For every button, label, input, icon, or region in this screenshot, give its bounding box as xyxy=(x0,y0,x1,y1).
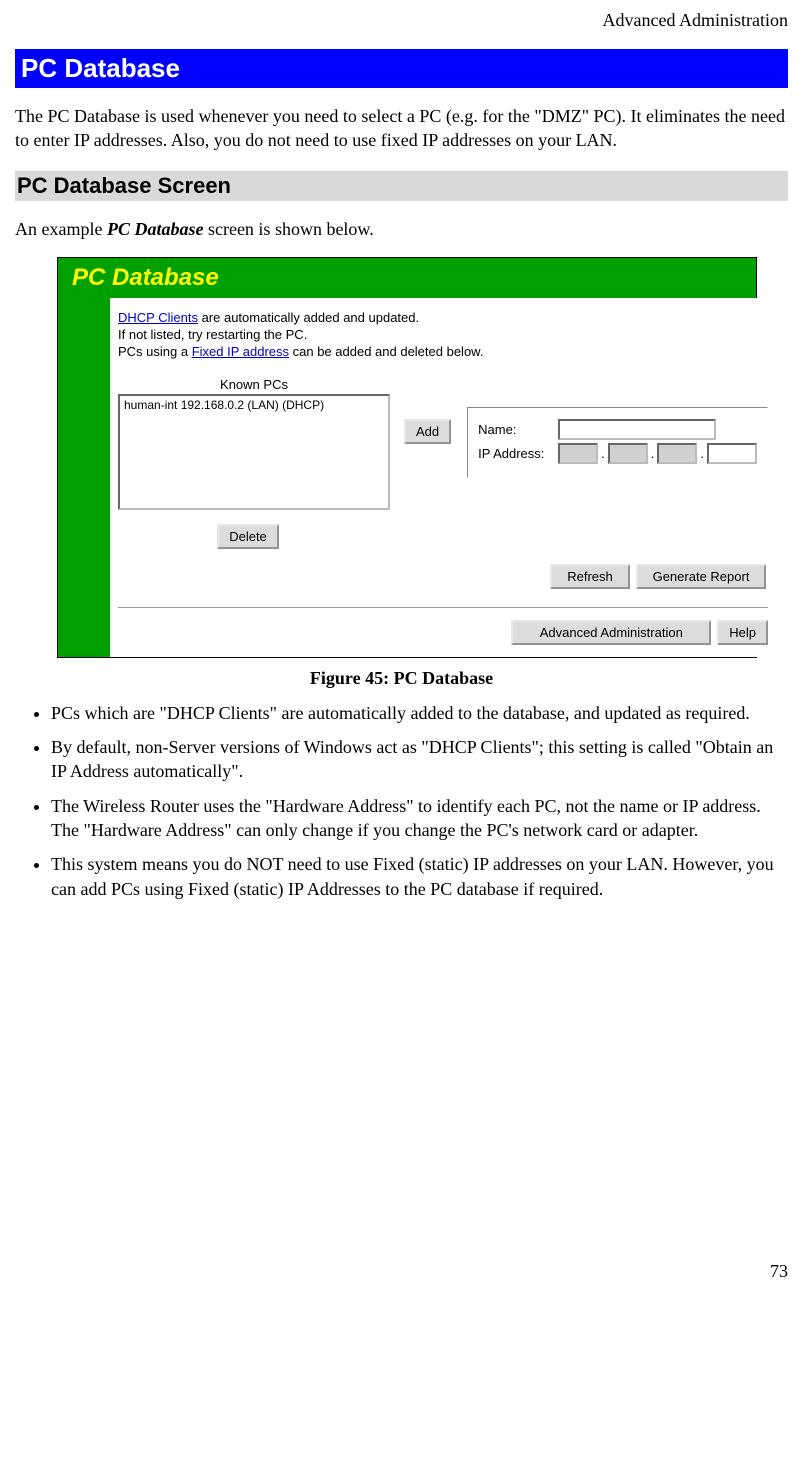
generate-report-button[interactable]: Generate Report xyxy=(636,564,766,589)
ui-banner: PC Database xyxy=(58,258,756,298)
dhcp-clients-link[interactable]: DHCP Clients xyxy=(118,310,198,325)
intro-paragraph: The PC Database is used whenever you nee… xyxy=(15,104,788,153)
delete-button[interactable]: Delete xyxy=(217,524,279,549)
example-em: PC Database xyxy=(107,219,204,239)
list-item: The Wireless Router uses the "Hardware A… xyxy=(51,794,788,843)
ip-octet-4[interactable] xyxy=(707,443,757,464)
example-sentence: An example PC Database screen is shown b… xyxy=(15,217,788,241)
ui-sidebar xyxy=(58,298,110,657)
note-line-1: DHCP Clients are automatically added and… xyxy=(118,310,768,325)
ip-octet-3[interactable] xyxy=(657,443,697,464)
note1-rest: are automatically added and updated. xyxy=(198,310,419,325)
note-line-2: If not listed, try restarting the PC. xyxy=(118,327,768,342)
advanced-administration-button[interactable]: Advanced Administration xyxy=(511,620,711,645)
example-tail: screen is shown below. xyxy=(203,219,373,239)
add-button[interactable]: Add xyxy=(404,419,451,444)
page-title: PC Database xyxy=(15,49,788,88)
dot-icon: . xyxy=(601,446,605,461)
dot-icon: . xyxy=(651,446,655,461)
list-item: PCs which are "DHCP Clients" are automat… xyxy=(51,701,788,725)
refresh-button[interactable]: Refresh xyxy=(550,564,630,589)
name-label: Name: xyxy=(478,422,558,437)
known-pcs-listbox[interactable]: human-int 192.168.0.2 (LAN) (DHCP) xyxy=(118,394,390,510)
list-item: By default, non-Server versions of Windo… xyxy=(51,735,788,784)
fixed-ip-link[interactable]: Fixed IP address xyxy=(192,344,289,359)
list-item[interactable]: human-int 192.168.0.2 (LAN) (DHCP) xyxy=(124,398,384,412)
ip-octet-2[interactable] xyxy=(608,443,648,464)
section-heading: PC Database Screen xyxy=(15,171,788,201)
ip-octet-1[interactable] xyxy=(558,443,598,464)
help-button[interactable]: Help xyxy=(717,620,768,645)
pc-database-screenshot: PC Database DHCP Clients are automatical… xyxy=(57,257,757,658)
example-lead: An example xyxy=(15,219,107,239)
entry-panel: Name: IP Address: . . . xyxy=(467,407,768,478)
ui-banner-title: PC Database xyxy=(72,264,219,291)
note3-pre: PCs using a xyxy=(118,344,192,359)
figure-caption: Figure 45: PC Database xyxy=(15,668,788,689)
name-field[interactable] xyxy=(558,419,716,440)
page-number: 73 xyxy=(15,1261,788,1282)
ip-label: IP Address: xyxy=(478,446,558,461)
note-line-3: PCs using a Fixed IP address can be adde… xyxy=(118,344,768,359)
note3-post: can be added and deleted below. xyxy=(289,344,483,359)
bullet-list: PCs which are "DHCP Clients" are automat… xyxy=(15,701,788,901)
known-pcs-label: Known PCs xyxy=(220,377,288,392)
dot-icon: . xyxy=(700,446,704,461)
page-header-section: Advanced Administration xyxy=(15,10,788,31)
list-item: This system means you do NOT need to use… xyxy=(51,852,788,901)
